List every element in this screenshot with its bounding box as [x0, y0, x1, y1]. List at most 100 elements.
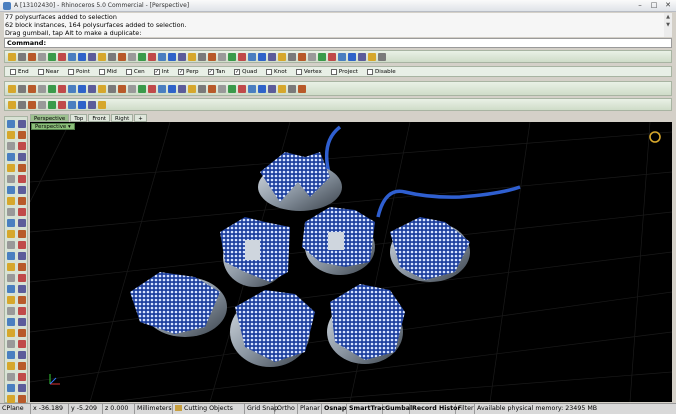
toolbar-tool-icon[interactable]: [228, 52, 236, 61]
toolbar-tool-icon[interactable]: [278, 84, 286, 93]
tab-perspective[interactable]: Perspective: [30, 114, 70, 122]
toolbar-tool-icon[interactable]: [158, 84, 166, 93]
close-button[interactable]: ✕: [662, 1, 674, 10]
osnap-cen[interactable]: Cen: [125, 68, 145, 75]
left-tool-icon[interactable]: [7, 175, 15, 183]
osnap-knot[interactable]: Knot: [266, 68, 287, 75]
checkbox[interactable]: [266, 68, 272, 75]
left-tool-icon[interactable]: [7, 197, 15, 205]
toolbar-tool-icon[interactable]: [268, 52, 276, 61]
toolbar-tool-icon[interactable]: [258, 84, 266, 93]
toolbar-tool-icon[interactable]: [118, 52, 126, 61]
left-tool-icon[interactable]: [18, 175, 26, 183]
toolbar-tool-icon[interactable]: [108, 52, 116, 61]
toolbar-tool-icon[interactable]: [48, 100, 56, 109]
left-tool-icon[interactable]: [18, 263, 26, 271]
toolbar-tool-icon[interactable]: [38, 84, 46, 93]
osnap-quad[interactable]: ✓ Quad: [234, 68, 257, 75]
planar-toggle[interactable]: Planar: [298, 404, 322, 414]
toolbar-tool-icon[interactable]: [168, 52, 176, 61]
toolbar-tool-icon[interactable]: [88, 100, 96, 109]
toolbar-tool-icon[interactable]: [48, 52, 56, 61]
left-tool-icon[interactable]: [7, 208, 15, 216]
left-tool-icon[interactable]: [7, 263, 15, 271]
left-tool-icon[interactable]: [7, 384, 15, 392]
toolbar-tool-icon[interactable]: [78, 100, 86, 109]
toolbar-tool-icon[interactable]: [78, 52, 86, 61]
left-tool-icon[interactable]: [7, 274, 15, 282]
checkbox[interactable]: [330, 68, 337, 75]
left-tool-icon[interactable]: [7, 329, 15, 337]
toolbar-tool-icon[interactable]: [218, 52, 226, 61]
toolbar-tool-icon[interactable]: [308, 52, 316, 61]
checkbox[interactable]: [68, 68, 74, 75]
tab-right[interactable]: Right: [110, 114, 134, 122]
toolbar-tool-icon[interactable]: [238, 52, 246, 61]
toolbar-tool-icon[interactable]: [98, 52, 106, 61]
smarttrack-toggle[interactable]: SmartTrac: [347, 404, 385, 414]
left-tool-icon[interactable]: [18, 296, 26, 304]
toolbar-tool-icon[interactable]: [28, 100, 36, 109]
toolbar-tool-icon[interactable]: [338, 52, 346, 61]
tab-top[interactable]: Top: [70, 114, 88, 122]
left-tool-icon[interactable]: [18, 274, 26, 282]
toolbar-tool-icon[interactable]: [18, 84, 26, 93]
left-tool-icon[interactable]: [18, 252, 26, 260]
toolbar-tool-icon[interactable]: [8, 84, 16, 93]
left-tool-icon[interactable]: [7, 285, 15, 293]
osnap-tan[interactable]: ✓ Tan: [207, 68, 225, 75]
cplane-label[interactable]: CPlane: [0, 404, 31, 414]
viewport-title[interactable]: Perspective ▾: [31, 123, 75, 130]
toolbar-tool-icon[interactable]: [98, 84, 106, 93]
left-tool-icon[interactable]: [7, 362, 15, 370]
left-tool-icon[interactable]: [18, 230, 26, 238]
checkbox[interactable]: [125, 68, 132, 75]
osnap-end[interactable]: End: [10, 68, 29, 75]
history-scrollbar[interactable]: ▲ ▼: [664, 13, 672, 37]
toolbar-tool-icon[interactable]: [298, 52, 306, 61]
left-tool-icon[interactable]: [18, 373, 26, 381]
osnap-perp[interactable]: ✓ Perp: [178, 68, 199, 75]
toolbar-tool-icon[interactable]: [258, 52, 266, 61]
osnap-int[interactable]: ✓ Int: [153, 68, 169, 75]
toolbar-tool-icon[interactable]: [58, 84, 66, 93]
toolbar-tool-icon[interactable]: [18, 100, 26, 109]
left-tool-icon[interactable]: [7, 241, 15, 249]
left-tool-icon[interactable]: [18, 362, 26, 370]
toolbar-tool-icon[interactable]: [78, 84, 86, 93]
toolbar-tool-icon[interactable]: [68, 100, 76, 109]
left-tool-icon[interactable]: [18, 164, 26, 172]
toolbar-tool-icon[interactable]: [298, 84, 306, 93]
toolbar-tool-icon[interactable]: [268, 84, 276, 93]
left-tool-icon[interactable]: [18, 329, 26, 337]
left-tool-icon[interactable]: [18, 186, 26, 194]
osnap-vertex[interactable]: Vertex: [295, 68, 322, 75]
left-tool-icon[interactable]: [18, 153, 26, 161]
toolbar-tool-icon[interactable]: [88, 52, 96, 61]
left-tool-icon[interactable]: [7, 296, 15, 304]
ortho-toggle[interactable]: Ortho: [275, 404, 298, 414]
checkbox[interactable]: ✓: [153, 68, 160, 75]
checkbox[interactable]: ✓: [178, 68, 185, 75]
osnap-mid[interactable]: Mid: [98, 68, 117, 75]
toolbar-tool-icon[interactable]: [68, 52, 76, 61]
toolbar-tool-icon[interactable]: [248, 52, 256, 61]
left-tool-icon[interactable]: [7, 131, 15, 139]
osnap-toggle[interactable]: Osnap: [322, 404, 347, 414]
left-tool-icon[interactable]: [7, 351, 15, 359]
toolbar-tool-icon[interactable]: [128, 52, 136, 61]
filter-toggle[interactable]: Filter: [456, 404, 475, 414]
toolbar-tool-icon[interactable]: [138, 52, 146, 61]
osnap-point[interactable]: Point: [68, 68, 90, 75]
left-tool-icon[interactable]: [18, 120, 26, 128]
toolbar-tool-icon[interactable]: [8, 52, 16, 61]
checkbox[interactable]: [98, 68, 105, 75]
toolbar-tool-icon[interactable]: [288, 52, 296, 61]
left-tool-icon[interactable]: [7, 307, 15, 315]
toolbar-tool-icon[interactable]: [278, 52, 286, 61]
left-tool-icon[interactable]: [18, 395, 26, 403]
toolbar-tool-icon[interactable]: [168, 84, 176, 93]
left-tool-icon[interactable]: [18, 340, 26, 348]
left-tool-icon[interactable]: [18, 384, 26, 392]
minimize-button[interactable]: –: [634, 1, 646, 10]
